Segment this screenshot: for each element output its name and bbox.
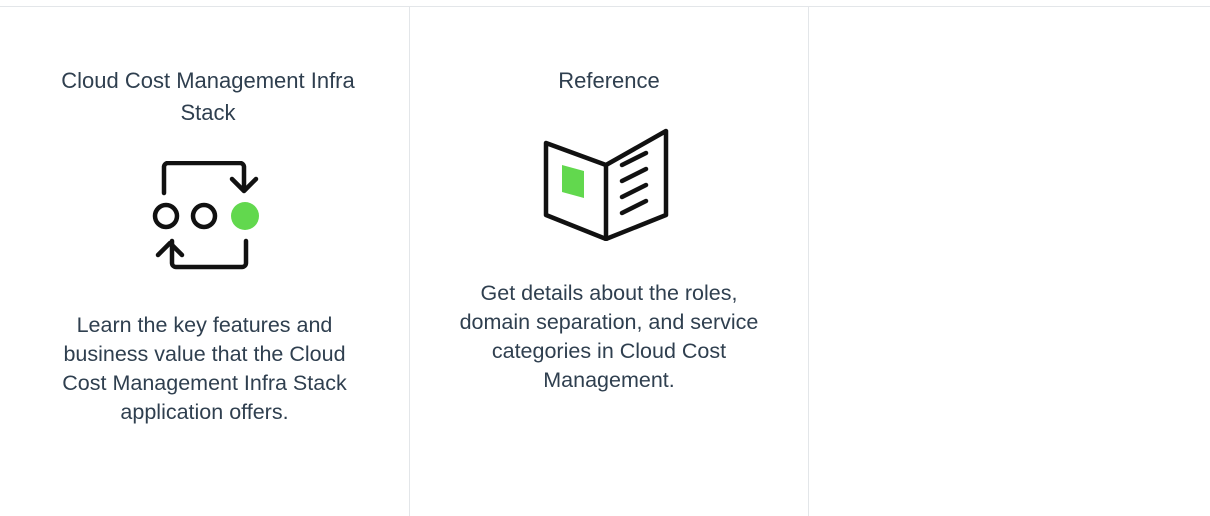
card-cloud-cost-management-infra-stack[interactable]: Cloud Cost Management Infra Stack Learn … (0, 7, 409, 516)
card-reference[interactable]: Reference Get details about the roles, d… (410, 7, 808, 516)
card-title: Reference (558, 68, 660, 93)
card-description: Get details about the roles, domain sepa… (459, 281, 759, 392)
open-book-icon (542, 125, 674, 242)
card-description: Learn the key features and business valu… (62, 313, 347, 424)
card-title: Cloud Cost Management Infra Stack (61, 68, 355, 125)
tile-grid: Cloud Cost Management Infra Stack Learn … (0, 0, 1210, 516)
empty-card-slot (809, 7, 1210, 516)
cycle-process-icon (148, 160, 268, 273)
